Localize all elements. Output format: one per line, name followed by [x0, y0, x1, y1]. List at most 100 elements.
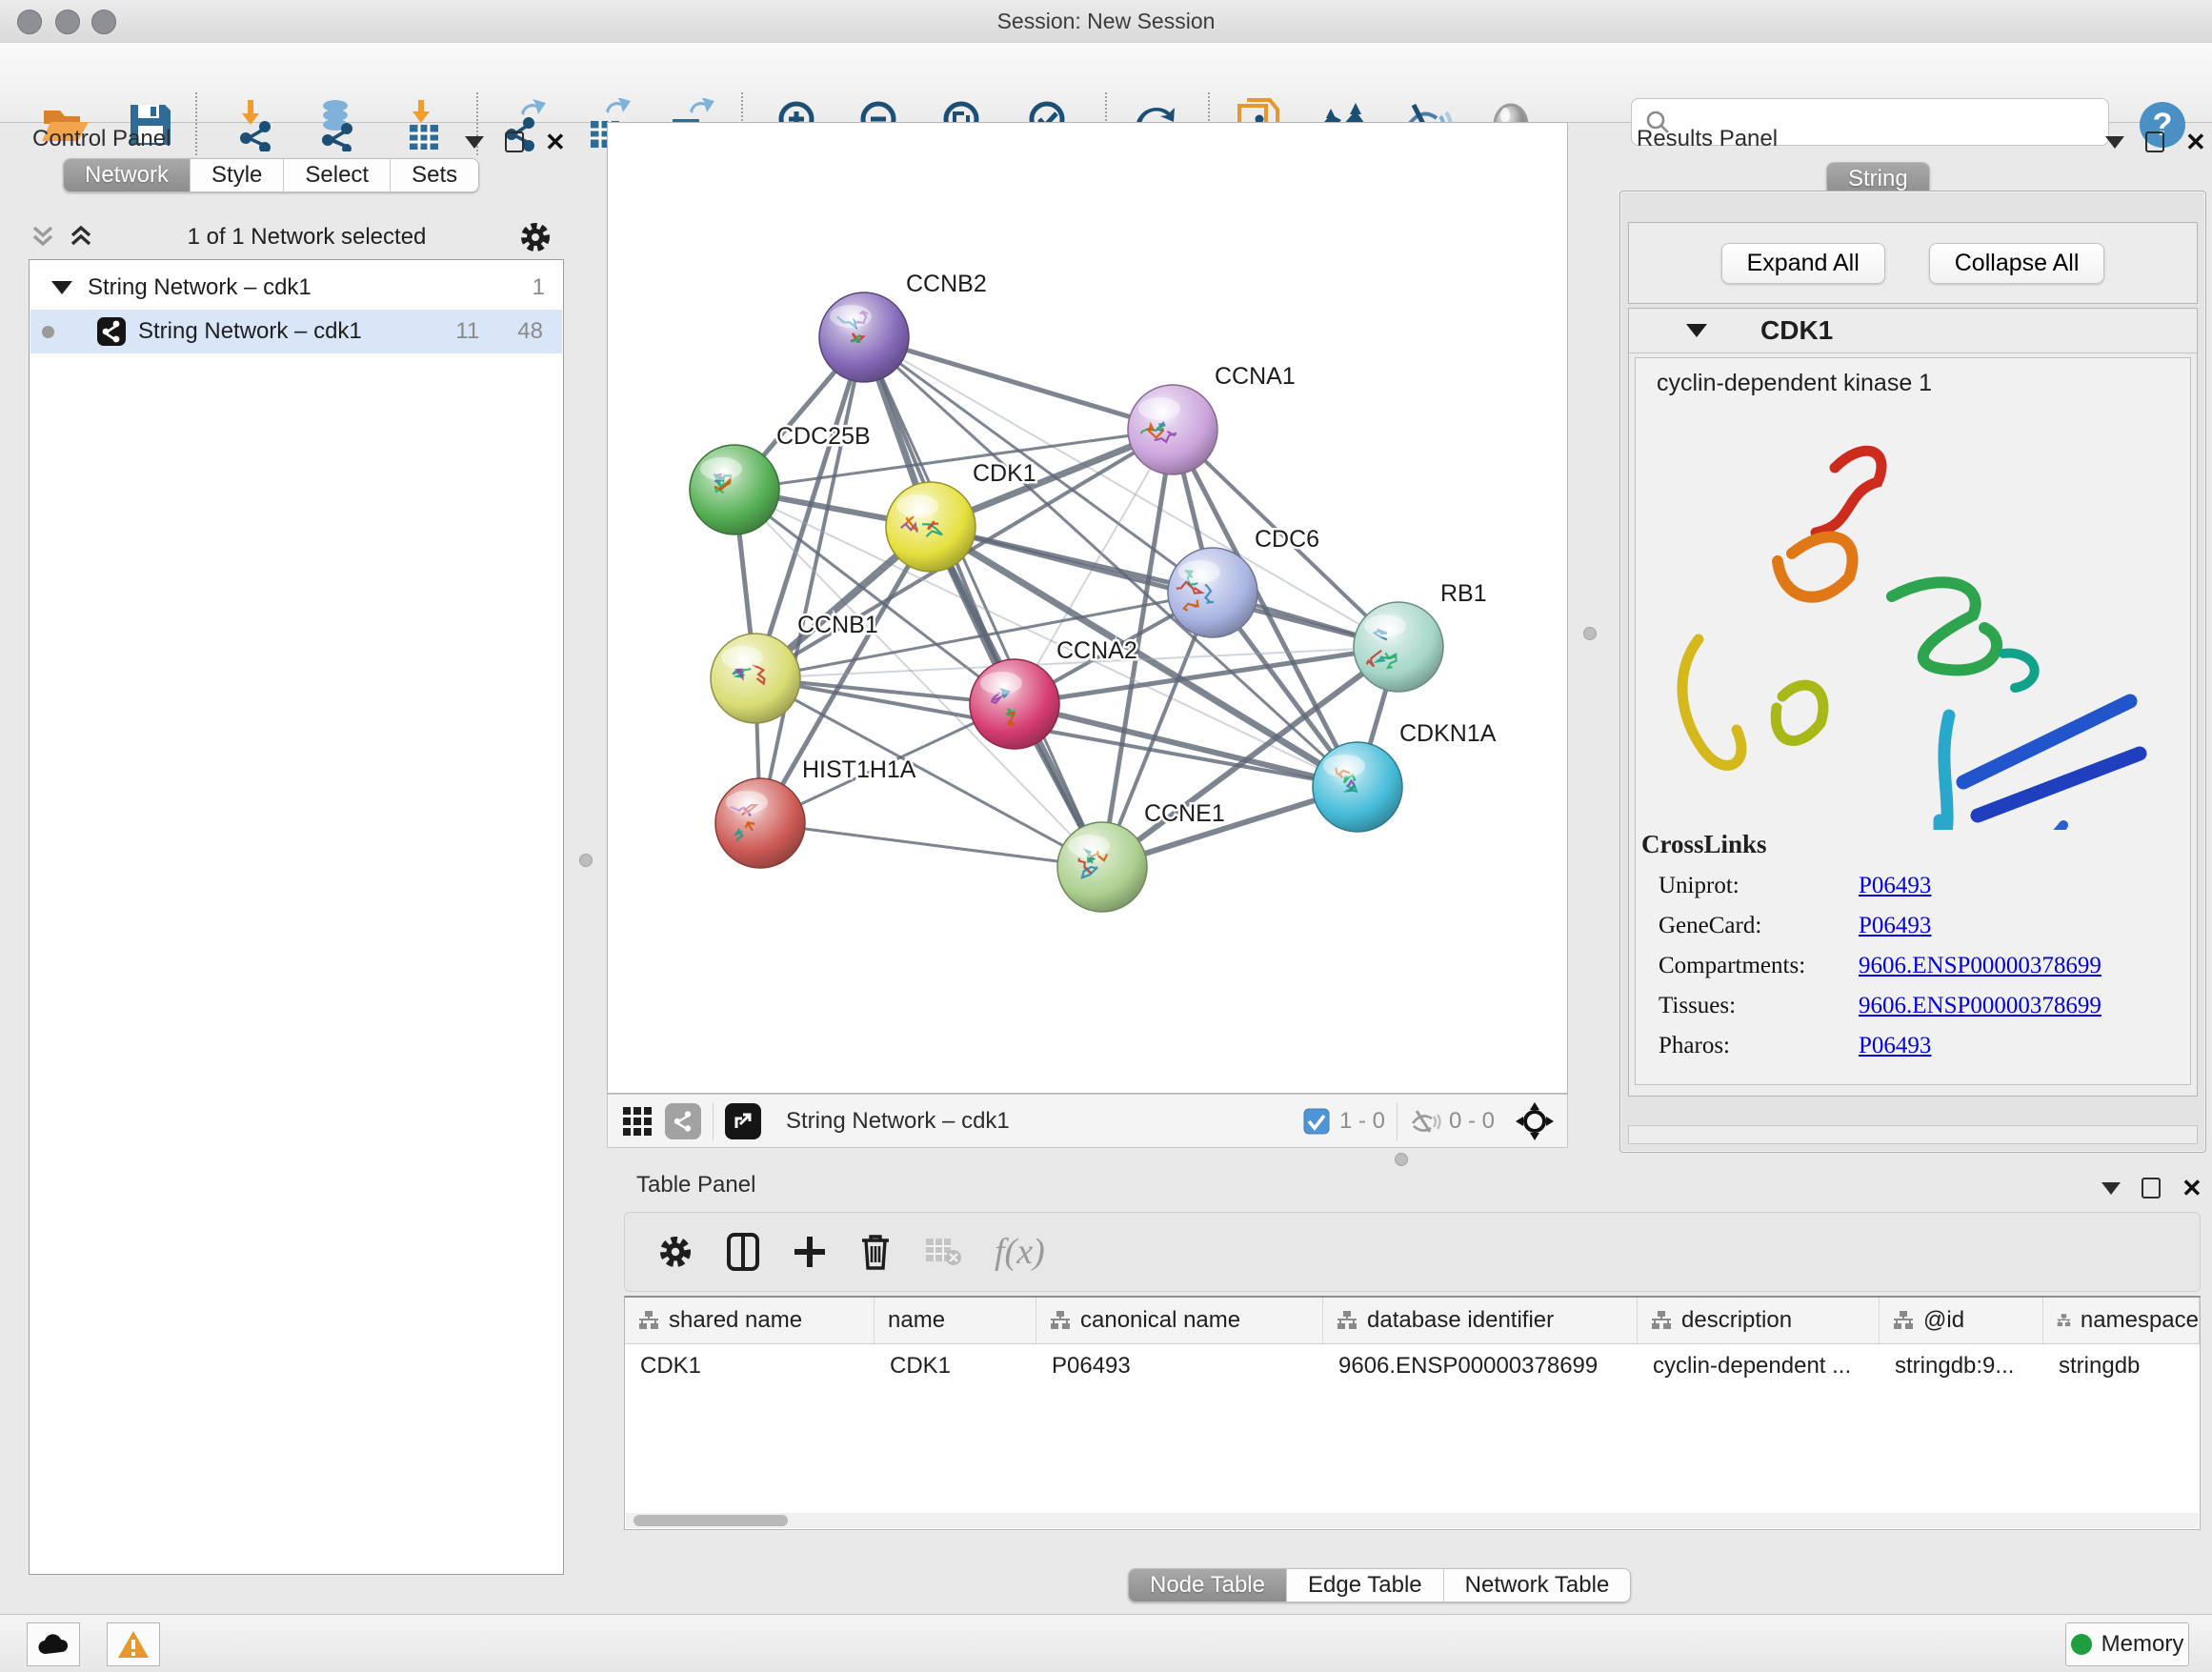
collection-count: 1 — [533, 274, 545, 301]
network-options-gear-icon[interactable] — [518, 220, 553, 254]
network-canvas[interactable]: CCNB2CCNA1CDC25BCDK1CDC6RB1CCNB1CCNA2CDK… — [607, 122, 1568, 1094]
node-CCNE1[interactable]: CCNE1 — [1057, 800, 1225, 912]
column-header-description[interactable]: description — [1638, 1298, 1880, 1343]
network-row-selected[interactable]: String Network – cdk1 11 48 — [30, 310, 562, 353]
crosslink-link[interactable]: P06493 — [1859, 873, 1931, 899]
float-panel-icon[interactable] — [505, 131, 524, 152]
warnings-button[interactable] — [107, 1622, 160, 1666]
node-CDK1[interactable]: CDK1 — [886, 460, 1036, 572]
gene-section-header[interactable]: CDK1 — [1629, 309, 2197, 353]
collapse-panel-icon[interactable] — [2105, 136, 2124, 149]
table-hscrollbar[interactable] — [626, 1513, 2199, 1528]
cell[interactable]: 9606.ENSP00000378699 — [1323, 1344, 1638, 1388]
import-network-file-icon[interactable] — [229, 96, 286, 153]
close-panel-icon[interactable]: ✕ — [2182, 1178, 2202, 1198]
column-header-shared-name[interactable]: shared name — [625, 1298, 875, 1343]
crosslink-link[interactable]: 9606.ENSP00000378699 — [1859, 993, 2101, 1019]
scrollbar-thumb[interactable] — [633, 1515, 788, 1526]
column-label: database identifier — [1367, 1307, 1554, 1334]
shared-column-icon — [1893, 1310, 1914, 1331]
node-RB1[interactable]: RB1 — [1354, 580, 1487, 692]
column-header--id[interactable]: @id — [1880, 1298, 2043, 1343]
close-panel-icon[interactable]: ✕ — [545, 132, 566, 151]
node-table: shared namename canonical name database id… — [624, 1296, 2201, 1530]
tab-node-table[interactable]: Node Table — [1129, 1569, 1287, 1601]
tree-expander-icon[interactable] — [51, 281, 72, 294]
open-in-new-window-icon[interactable] — [725, 1103, 761, 1139]
column-label: description — [1681, 1307, 1792, 1334]
add-column-icon[interactable] — [793, 1235, 827, 1269]
tab-style[interactable]: Style — [191, 159, 284, 191]
splitter-handle[interactable] — [1395, 1153, 1408, 1166]
table-toolbar: f(x) — [624, 1212, 2201, 1292]
crosslink-label: Pharos: — [1659, 1033, 1859, 1059]
expand-all-icon[interactable] — [67, 224, 95, 251]
section-expander-icon[interactable] — [1686, 324, 1707, 337]
close-panel-icon[interactable]: ✕ — [2185, 132, 2206, 151]
grid-view-icon[interactable] — [621, 1105, 654, 1138]
status-bar: Memory — [0, 1614, 2212, 1672]
function-builder-button: f(x) — [995, 1231, 1045, 1273]
collapse-all-button[interactable]: Collapse All — [1929, 243, 2105, 284]
hidden-eye-icon[interactable] — [1409, 1108, 1441, 1135]
selected-checkbox-icon[interactable] — [1303, 1108, 1330, 1135]
column-label: @id — [1923, 1307, 1964, 1334]
import-network-database-icon[interactable] — [309, 96, 366, 153]
float-panel-icon[interactable] — [2142, 1178, 2161, 1199]
node-CCNA1[interactable]: CCNA1 — [1128, 363, 1296, 474]
float-panel-icon[interactable] — [2145, 131, 2164, 152]
node-label-CDK1: CDK1 — [973, 460, 1036, 487]
collapse-panel-icon[interactable] — [2101, 1182, 2121, 1195]
splitter-handle[interactable] — [1583, 627, 1597, 640]
selected-count: 1 - 0 — [1339, 1108, 1385, 1135]
node-label-HIST1H1A: HIST1H1A — [802, 756, 916, 783]
collapse-all-icon[interactable] — [29, 224, 57, 251]
node-CDKN1A[interactable]: CDKN1A — [1313, 720, 1497, 832]
column-header-namespace[interactable]: namespace — [2043, 1298, 2200, 1343]
node-CDC25B[interactable]: CDC25B — [690, 423, 871, 534]
network-collection-row[interactable]: String Network – cdk1 1 — [30, 266, 562, 310]
protein-structure-image — [1649, 411, 2182, 830]
crosslink-link[interactable]: P06493 — [1859, 913, 1931, 939]
column-header-name[interactable]: name — [875, 1298, 1036, 1343]
results-panel-title: Results Panel — [1637, 126, 1778, 152]
import-table-file-icon[interactable] — [396, 96, 453, 153]
birds-eye-view-icon[interactable] — [1514, 1100, 1556, 1142]
tab-edge-table[interactable]: Edge Table — [1287, 1569, 1444, 1601]
crosslink-row: Pharos:P06493 — [1659, 1033, 2190, 1059]
cell[interactable]: cyclin-dependent ... — [1638, 1344, 1880, 1388]
column-header-database-identifier[interactable]: database identifier — [1323, 1298, 1638, 1343]
crosslink-row: GeneCard:P06493 — [1659, 913, 2190, 939]
tab-sets[interactable]: Sets — [391, 159, 478, 191]
selection-count-text: 1 of 1 Network selected — [95, 224, 518, 251]
cell[interactable]: stringdb — [2043, 1344, 2200, 1388]
node-CCNB1[interactable]: CCNB1 — [711, 612, 878, 723]
expand-all-button[interactable]: Expand All — [1721, 243, 1885, 284]
titlebar: Session: New Session — [0, 0, 2212, 44]
results-hscrollbar[interactable] — [1628, 1125, 2198, 1144]
show-columns-icon[interactable] — [726, 1233, 760, 1271]
table-row[interactable]: CDK1CDK1P064939606.ENSP00000378699cyclin… — [625, 1344, 2200, 1388]
edge-count: 48 — [517, 318, 543, 345]
splitter-handle[interactable] — [579, 854, 593, 867]
crosslink-link[interactable]: 9606.ENSP00000378699 — [1859, 953, 2101, 979]
memory-button[interactable]: Memory — [2065, 1622, 2189, 1666]
tab-network[interactable]: Network — [64, 159, 191, 191]
tab-network-table[interactable]: Network Table — [1444, 1569, 1631, 1601]
column-label: canonical name — [1080, 1307, 1240, 1334]
column-header-canonical-name[interactable]: canonical name — [1036, 1298, 1323, 1343]
share-view-icon[interactable] — [665, 1103, 701, 1139]
tab-select[interactable]: Select — [284, 159, 391, 191]
cloud-status-button[interactable] — [27, 1622, 80, 1666]
delete-column-trash-icon[interactable] — [859, 1233, 892, 1271]
node-HIST1H1A[interactable]: HIST1H1A — [715, 756, 916, 868]
cell[interactable]: CDK1 — [875, 1344, 1036, 1388]
table-panel-tabs: Node Table Edge Table Network Table — [1128, 1568, 1631, 1602]
cell[interactable]: CDK1 — [625, 1344, 875, 1388]
crosslink-link[interactable]: P06493 — [1859, 1033, 1931, 1059]
cell[interactable]: P06493 — [1036, 1344, 1323, 1388]
table-options-gear-icon[interactable] — [657, 1234, 694, 1270]
crosslink-row: Tissues:9606.ENSP00000378699 — [1659, 993, 2190, 1019]
collapse-panel-icon[interactable] — [465, 136, 484, 149]
cell[interactable]: stringdb:9... — [1880, 1344, 2043, 1388]
